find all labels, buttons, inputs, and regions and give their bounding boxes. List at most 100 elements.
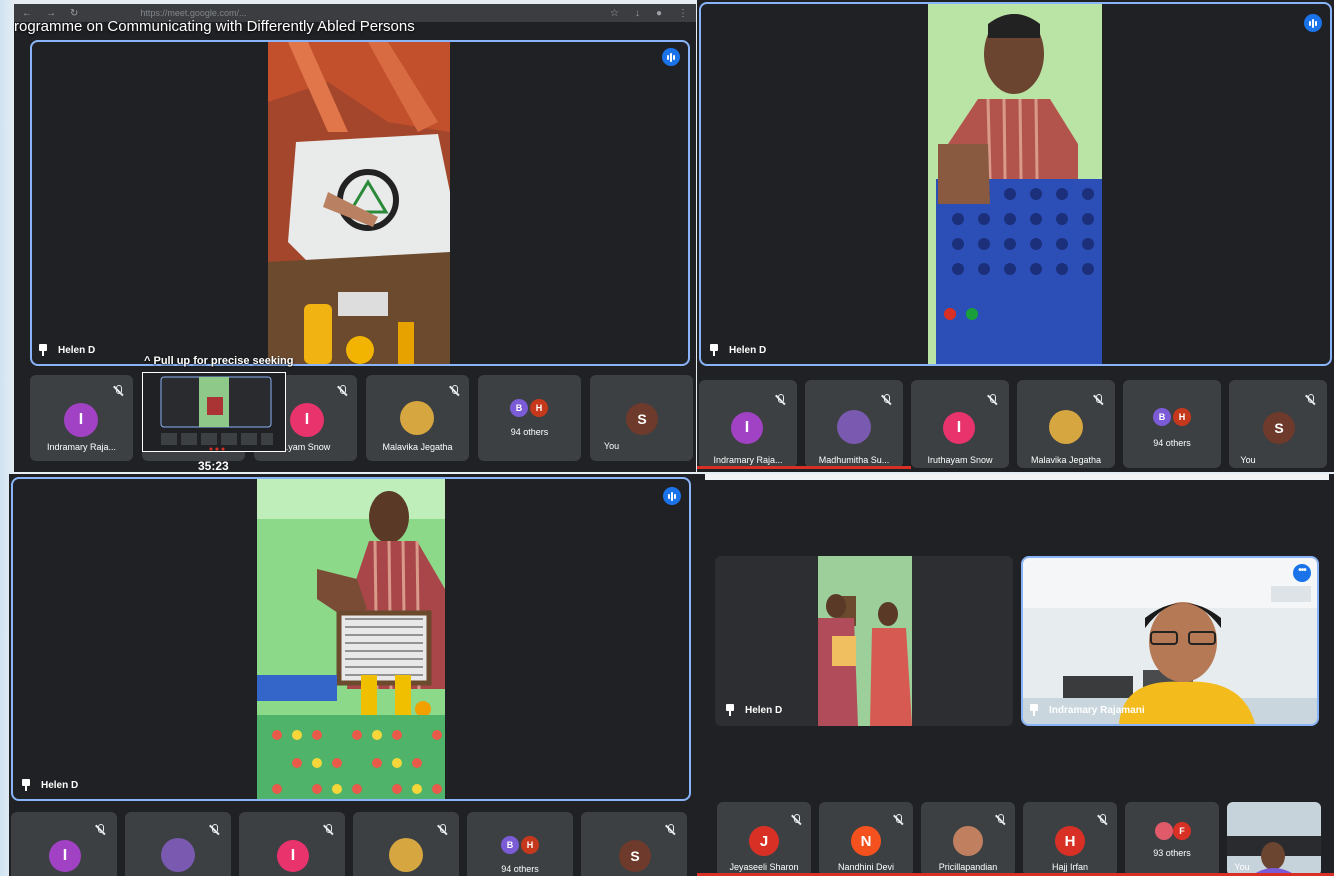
participant-video [818, 556, 912, 726]
profile-icon[interactable]: ● [656, 8, 662, 19]
participant-tile[interactable]: Malavika Jegatha [366, 375, 469, 461]
others-tile[interactable]: B H 94 others [467, 812, 573, 876]
participant-tile[interactable]: I [11, 812, 117, 876]
mini-avatar: B [1153, 408, 1171, 426]
video-frame-image [268, 42, 450, 364]
participant-tile[interactable]: H Hajj Irfan [1023, 802, 1117, 876]
mic-off-icon [95, 824, 105, 836]
participant-video-tile[interactable]: Helen D [715, 556, 1013, 726]
speaker-video-tile[interactable]: ••• Indramary Rajamani [1021, 556, 1319, 726]
avatar: I [49, 840, 81, 872]
pinned-name-tag: Helen D [21, 779, 78, 791]
participant-tile[interactable]: I [239, 812, 345, 876]
mic-off-icon [893, 814, 903, 826]
video-title-caption: rogramme on Communicating with Different… [14, 18, 415, 35]
participant-tile[interactable] [353, 812, 459, 876]
seek-preview-thumbnail [142, 372, 286, 452]
participant-tile[interactable]: Pricillapandian [921, 802, 1015, 876]
participant-tile[interactable] [125, 812, 231, 876]
avatar-photo [389, 838, 423, 872]
participant-tile[interactable]: I Indramary Raja... [699, 380, 797, 468]
mini-avatar: B [501, 836, 519, 854]
name-tag: Indramary Rajamani [1029, 704, 1145, 716]
participant-name: You [1240, 455, 1256, 465]
pin-icon[interactable] [709, 344, 719, 356]
main-stage: Helen D [30, 40, 690, 366]
menu-icon[interactable]: ⋮ [678, 8, 688, 19]
mini-avatar: H [1173, 408, 1191, 426]
participant-tile[interactable]: I Indramary Raja... [30, 375, 133, 461]
video-frame-image [257, 479, 445, 799]
pinned-participant-name: Helen D [58, 344, 96, 356]
avatar: I [277, 840, 309, 872]
participant-tile[interactable]: J Jeyaseeli Sharon [717, 802, 811, 876]
preview-image [143, 373, 285, 451]
others-tile[interactable]: B H 94 others [478, 375, 581, 461]
main-stage: Helen D [699, 2, 1332, 366]
self-video-tile[interactable]: You [1227, 802, 1321, 876]
presenter-video [257, 479, 445, 799]
pin-icon[interactable] [725, 704, 735, 716]
speaking-indicator-icon [663, 487, 681, 505]
pinned-participant-name: Helen D [41, 779, 79, 791]
participant-name: You [1234, 862, 1250, 872]
name-tag: Helen D [725, 704, 782, 716]
self-tile[interactable]: S You [590, 375, 693, 461]
avatar: S [619, 840, 651, 872]
address-bar[interactable]: https://meet.google.com/... [140, 8, 246, 18]
pinned-participant-name: Helen D [729, 344, 767, 356]
mic-off-icon [209, 824, 219, 836]
mic-off-icon [665, 824, 675, 836]
forward-icon[interactable]: → [46, 8, 56, 19]
participant-tile[interactable]: Malavika Jegatha [1017, 380, 1115, 468]
presenter-video [268, 42, 450, 364]
avatar-photo [837, 410, 871, 444]
avatar: S [626, 403, 658, 435]
avatar: I [731, 412, 763, 444]
avatar: I [64, 403, 98, 437]
pinned-name-tag: Helen D [38, 344, 95, 356]
self-tile[interactable]: S You [1229, 380, 1327, 468]
mini-avatar: H [530, 399, 548, 417]
meet-window-bottom-left: Helen D I I B H 94 others S [9, 474, 697, 876]
avatar-photo [1049, 410, 1083, 444]
mini-avatar-photo [1155, 822, 1173, 840]
download-icon[interactable]: ↓ [635, 8, 640, 19]
screenshot-collage: ← → ↻ https://meet.google.com/... ☆ ↓ ● … [0, 0, 1334, 876]
others-tile[interactable]: F 93 others [1125, 802, 1219, 876]
participant-name: Jeyaseeli Sharon [729, 862, 799, 872]
participant-strip: I Indramary Raja... Madhumitha Su... I I… [699, 380, 1327, 468]
more-options-icon[interactable]: ••• [1293, 564, 1311, 582]
playback-progress-bar[interactable] [697, 466, 911, 469]
meet-window-top-right: Helen D I Indramary Raja... Madhumitha S… [697, 0, 1334, 472]
participant-tile[interactable]: I Iruthayam Snow [911, 380, 1009, 468]
video-frame-image [928, 4, 1102, 364]
mic-off-icon [1093, 394, 1103, 406]
pin-icon[interactable] [1029, 704, 1039, 716]
others-tile[interactable]: B H 94 others [1123, 380, 1221, 468]
mic-off-icon [987, 394, 997, 406]
avatar-photo [953, 826, 983, 856]
mic-off-icon [1305, 394, 1315, 406]
participant-strip: I Indramary Raja... I ...yam Snow Malavi… [30, 375, 693, 461]
mini-avatar: F [1173, 822, 1191, 840]
self-tile[interactable]: S [581, 812, 687, 876]
pin-icon[interactable] [38, 344, 48, 356]
participant-tile[interactable]: Madhumitha Su... [805, 380, 903, 468]
mini-avatar: H [521, 836, 539, 854]
star-icon[interactable]: ☆ [610, 8, 619, 19]
others-count: 93 others [1153, 848, 1191, 858]
mic-off-icon [113, 385, 123, 397]
participant-name: Nandhini Devi [837, 862, 895, 872]
reload-icon[interactable]: ↻ [70, 8, 78, 19]
video-frame-image [1023, 558, 1317, 724]
back-icon[interactable]: ← [22, 8, 32, 19]
participant-tile[interactable]: N Nandhini Devi [819, 802, 913, 876]
meet-window-bottom-right: Helen D ••• Indramary Rajamani J Jeyasee… [697, 474, 1334, 876]
participant-name: Helen D [745, 704, 783, 716]
participant-strip: J Jeyaseeli Sharon N Nandhini Devi Prici… [717, 802, 1321, 876]
mic-off-icon [337, 385, 347, 397]
mic-off-icon [791, 814, 801, 826]
pin-icon[interactable] [21, 779, 31, 791]
speaking-indicator-icon [1304, 14, 1322, 32]
